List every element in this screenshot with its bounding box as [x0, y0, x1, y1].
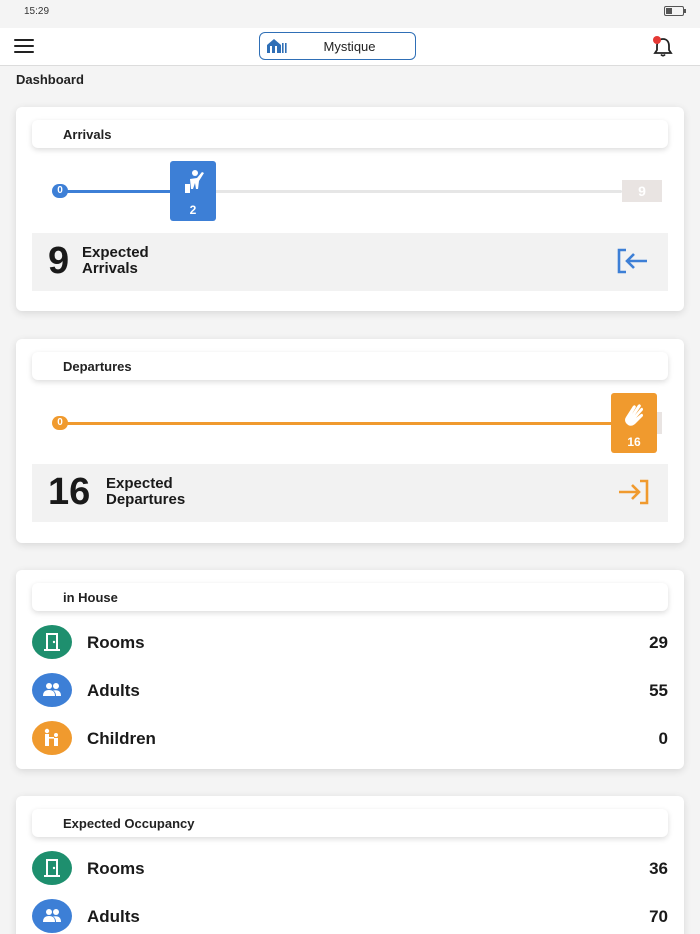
expected-occupancy-header: Expected Occupancy	[32, 809, 668, 837]
departures-card: Departures 0 16 16 Expected Departures	[16, 339, 684, 543]
in-house-children-value: 0	[658, 729, 668, 748]
occupancy-adults-label: Adults	[87, 907, 140, 926]
in-house-adults-label: Adults	[87, 681, 140, 700]
status-time: 15:29	[24, 6, 50, 17]
arrivals-current-count: 2	[189, 203, 197, 217]
occupancy-rooms-label: Rooms	[87, 859, 145, 878]
arrivals-end-value: 9	[622, 180, 662, 202]
occupancy-adults-value: 70	[649, 907, 668, 926]
expected-departures-count: 16	[48, 471, 91, 513]
occupancy-rooms-value: 36	[649, 859, 668, 878]
adults-icon	[32, 899, 72, 933]
arrivals-start-value: 0	[52, 184, 68, 198]
property-selector[interactable]: Mystique	[259, 32, 416, 60]
departures-start-value: 0	[52, 416, 68, 430]
adults-icon	[32, 673, 72, 707]
battery-icon	[664, 6, 686, 16]
in-house-rooms-row[interactable]: Rooms 29	[32, 625, 668, 665]
arrivals-progress-marker[interactable]: 2	[170, 161, 216, 221]
in-house-children-row[interactable]: Children 0	[32, 721, 668, 761]
notification-badge	[653, 36, 661, 44]
expected-arrivals-label: Expected Arrivals	[82, 244, 149, 277]
occupancy-rooms-row[interactable]: Rooms 36	[32, 851, 668, 891]
notification-bell-icon[interactable]	[652, 36, 674, 58]
departures-progress-marker[interactable]: 16	[611, 393, 657, 453]
check-out-icon[interactable]	[616, 477, 650, 507]
check-in-icon[interactable]	[616, 246, 650, 276]
occupancy-adults-row[interactable]: Adults 70	[32, 899, 668, 934]
in-house-card: in House Rooms 29 Adults 55 Children 0	[16, 570, 684, 769]
expected-departures-label: Expected Departures	[106, 475, 186, 508]
arrivals-card: Arrivals 0 9 2 9 Expected Arrivals	[16, 107, 684, 311]
arrivals-header: Arrivals	[32, 120, 668, 148]
app-bar: Mystique	[0, 28, 700, 66]
expected-occupancy-card: Expected Occupancy Rooms 36 Adults 70	[16, 796, 684, 934]
in-house-adults-row[interactable]: Adults 55	[32, 673, 668, 713]
page-title: Dashboard	[16, 72, 84, 87]
in-house-rooms-label: Rooms	[87, 633, 145, 652]
in-house-header: in House	[32, 583, 668, 611]
in-house-adults-value: 55	[649, 681, 668, 700]
rooms-icon	[32, 851, 72, 885]
arrivals-progress-fill	[60, 190, 188, 193]
departures-header: Departures	[32, 352, 668, 380]
menu-icon[interactable]	[14, 39, 34, 53]
guest-arriving-icon	[185, 170, 204, 193]
departures-track	[60, 422, 620, 425]
arrivals-summary: 9 Expected Arrivals	[32, 233, 668, 291]
rooms-icon	[32, 625, 72, 659]
in-house-rooms-value: 29	[649, 633, 668, 652]
status-bar: 15:29	[0, 0, 700, 24]
expected-arrivals-count: 9	[48, 240, 70, 282]
property-name: Mystique	[323, 39, 376, 54]
waving-hand-icon	[625, 404, 643, 426]
departures-current-count: 16	[627, 435, 641, 449]
in-house-children-label: Children	[87, 729, 156, 748]
children-icon	[32, 721, 72, 755]
departures-summary: 16 Expected Departures	[32, 464, 668, 522]
